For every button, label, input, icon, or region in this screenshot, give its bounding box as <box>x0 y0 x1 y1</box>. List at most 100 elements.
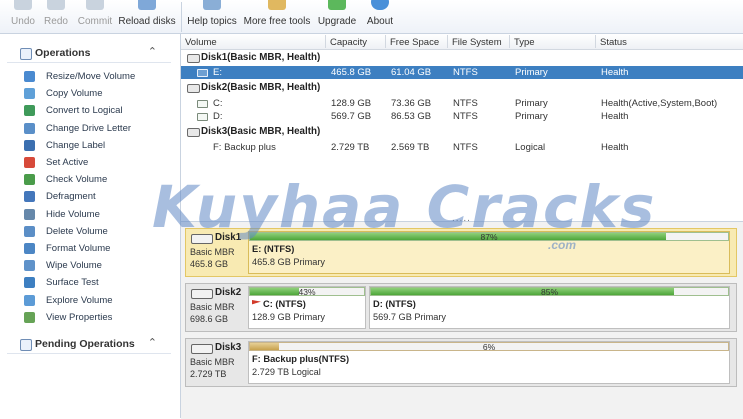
operation-copy-volume[interactable]: Copy Volume <box>24 86 174 102</box>
partition-e[interactable]: 87% E: (NTFS) 465.8 GB Primary <box>248 231 730 274</box>
operation-resize-move-volume[interactable]: Resize/Move Volume <box>24 69 174 85</box>
disk1-card[interactable]: Disk1 Basic MBR 465.8 GB 87% E: (NTFS) 4… <box>185 228 737 277</box>
operation-check-volume[interactable]: Check Volume <box>24 172 174 188</box>
column-volume[interactable]: Volume <box>185 37 217 48</box>
cell-free-space: 2.569 TB <box>391 142 430 153</box>
partition-c[interactable]: 43% C: (NTFS) 128.9 GB Primary <box>248 286 366 329</box>
operation-defragment[interactable]: Defragment <box>24 189 174 205</box>
usage-percent: 85% <box>540 287 558 296</box>
undo-button[interactable]: Undo <box>4 0 42 33</box>
disk1-row[interactable]: Disk1(Basic MBR, Health) <box>181 51 743 65</box>
redo-button[interactable]: Redo <box>38 0 74 33</box>
operation-label: Delete Volume <box>46 225 108 237</box>
cell-capacity: 569.7 GB <box>331 111 372 122</box>
cell-volume: E: <box>213 67 222 78</box>
column-divider <box>595 35 596 48</box>
operation-set-active[interactable]: Set Active <box>24 155 174 171</box>
partition-info: 128.9 GB Primary <box>252 312 326 322</box>
operation-change-drive-letter[interactable]: Change Drive Letter <box>24 121 174 137</box>
cell-volume: D: <box>213 111 223 122</box>
collapse-chevron-icon[interactable]: ⌃ <box>148 45 157 58</box>
operation-format-volume[interactable]: Format Volume <box>24 241 174 257</box>
column-divider <box>447 35 448 48</box>
pending-operations-header[interactable]: Pending Operations ⌃ <box>7 335 171 354</box>
cell-type: Primary <box>515 67 548 78</box>
delete-icon <box>24 225 35 237</box>
cell-type: Primary <box>515 111 548 122</box>
active-flag-icon <box>252 300 261 305</box>
operation-change-label[interactable]: Change Label <box>24 138 174 154</box>
defrag-icon <box>24 191 35 203</box>
operation-label: Resize/Move Volume <box>46 71 136 82</box>
column-type[interactable]: Type <box>514 37 535 48</box>
usage-bar: 43% <box>249 287 365 296</box>
disk2-card[interactable]: Disk2 Basic MBR 698.6 GB 43% C: (NTFS) 1… <box>185 283 737 332</box>
volume-table: Volume Capacity Free Space File System T… <box>181 34 743 220</box>
surface-test-icon <box>24 277 35 289</box>
operation-label: Surface Test <box>46 277 99 289</box>
column-free-space[interactable]: Free Space <box>390 37 439 48</box>
disk-icon <box>191 234 213 244</box>
operation-convert-to-logical[interactable]: Convert to Logical <box>24 103 174 119</box>
partition-d[interactable]: 85% D: (NTFS) 569.7 GB Primary <box>369 286 730 329</box>
column-divider <box>509 35 510 48</box>
table-row-e[interactable]: E: 465.8 GB 61.04 GB NTFS Primary Health <box>181 66 743 79</box>
cell-type: Logical <box>515 142 546 153</box>
cell-file-system: NTFS <box>453 67 478 78</box>
operation-hide-volume[interactable]: Hide Volume <box>24 207 174 223</box>
operation-label: Convert to Logical <box>46 105 123 117</box>
partition-label: C: (NTFS) <box>252 299 306 309</box>
disk-map: Disk1 Basic MBR 465.8 GB 87% E: (NTFS) 4… <box>181 221 743 419</box>
column-capacity[interactable]: Capacity <box>330 37 367 48</box>
help-topics-button[interactable]: Help topics <box>186 0 238 33</box>
cell-capacity: 465.8 GB <box>331 67 372 78</box>
column-status[interactable]: Status <box>600 37 627 48</box>
operation-explore-volume[interactable]: Explore Volume <box>24 293 174 309</box>
usage-percent: 87% <box>480 232 498 241</box>
usage-percent: 6% <box>482 342 496 351</box>
disk2-row[interactable]: Disk2(Basic MBR, Health) <box>181 81 743 95</box>
partition-label-text: C: (NTFS) <box>263 299 306 309</box>
convert-icon <box>24 105 35 117</box>
table-row-d[interactable]: D: 569.7 GB 86.53 GB NTFS Primary Health <box>181 110 743 123</box>
operations-icon <box>20 48 32 60</box>
toolbar: Undo Redo Commit Reload disks Help topic… <box>0 0 743 34</box>
column-divider <box>325 35 326 48</box>
operation-label: Set Active <box>46 157 89 168</box>
usage-bar: 6% <box>249 342 729 351</box>
disk-size: 698.6 GB <box>190 314 229 324</box>
toolbar-separator <box>181 2 182 32</box>
column-file-system[interactable]: File System <box>452 37 502 48</box>
upgrade-button[interactable]: Upgrade <box>316 0 358 33</box>
operation-label: Explore Volume <box>46 294 113 306</box>
partition-info: 465.8 GB Primary <box>252 257 326 267</box>
partition-label: E: (NTFS) <box>252 244 295 254</box>
disk3-row[interactable]: Disk3(Basic MBR, Health) <box>181 125 743 139</box>
disk3-card[interactable]: Disk3 Basic MBR 2.729 TB 6% F: Backup pl… <box>185 338 737 387</box>
disk-icon <box>187 128 200 137</box>
partition-f[interactable]: 6% F: Backup plus(NTFS) 2.729 TB Logical <box>248 341 730 384</box>
operation-wipe-volume[interactable]: Wipe Volume <box>24 258 174 274</box>
disk-name: Disk3 <box>215 342 242 353</box>
reload-disks-button[interactable]: Reload disks <box>118 0 176 33</box>
operation-view-properties[interactable]: View Properties <box>24 310 174 326</box>
disk-type: Basic MBR <box>190 357 235 367</box>
operation-delete-volume[interactable]: Delete Volume <box>24 224 174 240</box>
partition-info: 2.729 TB Logical <box>252 367 321 377</box>
commit-button[interactable]: Commit <box>74 0 116 33</box>
pane-splitter[interactable]: ..... <box>452 213 471 224</box>
table-row-c[interactable]: C: 128.9 GB 73.36 GB NTFS Primary Health… <box>181 97 743 110</box>
operations-header[interactable]: Operations ⌃ <box>7 44 171 63</box>
more-free-tools-button[interactable]: More free tools <box>242 0 312 33</box>
collapse-chevron-icon[interactable]: ⌃ <box>148 336 157 349</box>
table-row-f[interactable]: F: Backup plus 2.729 TB 2.569 TB NTFS Lo… <box>181 141 743 154</box>
reload-icon <box>138 0 156 10</box>
disk-type: Basic MBR <box>190 302 235 312</box>
operation-surface-test[interactable]: Surface Test <box>24 275 174 291</box>
cell-capacity: 2.729 TB <box>331 142 370 153</box>
cell-file-system: NTFS <box>453 111 478 122</box>
operation-label: Defragment <box>46 191 96 203</box>
explore-icon <box>24 294 35 306</box>
disk-size: 465.8 GB <box>190 259 229 269</box>
about-button[interactable]: About <box>362 0 398 33</box>
